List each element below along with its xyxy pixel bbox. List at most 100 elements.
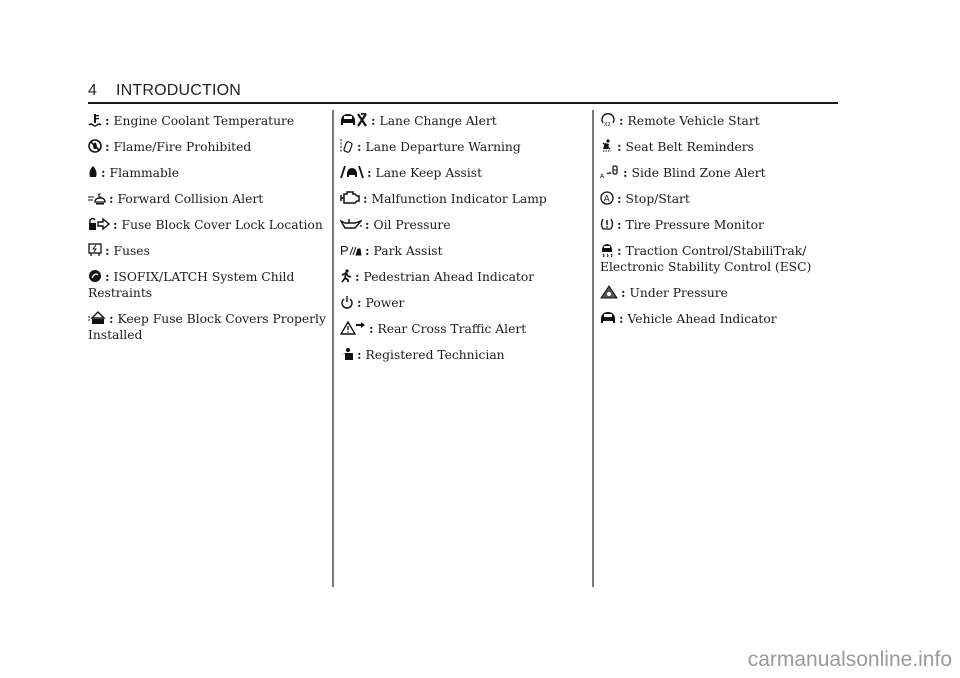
separator: : xyxy=(617,191,622,206)
rear-cross-traffic-alert-icon xyxy=(340,321,366,335)
seat-belt-reminder-icon xyxy=(600,139,614,153)
symbol-entry: : ISOFIX/LATCH System Child Restraints xyxy=(88,269,328,301)
stop-start-icon: A xyxy=(600,191,614,205)
separator: : xyxy=(619,113,624,128)
symbol-label: Park Assist xyxy=(373,244,443,258)
fuse-block-cover-lock-icon xyxy=(88,217,110,231)
symbol-entry: : Power xyxy=(340,295,580,311)
symbol-label: Pedestrian Ahead Indicator xyxy=(363,270,535,284)
forward-collision-alert-icon xyxy=(88,191,106,205)
symbol-label: Vehicle Ahead Indicator xyxy=(627,312,777,326)
flame-fire-prohibited-icon xyxy=(88,139,102,153)
separator: : xyxy=(617,243,622,258)
separator: : xyxy=(617,217,622,232)
traction-control-icon xyxy=(600,243,614,257)
separator: : xyxy=(619,311,624,326)
symbol-entry: : Rear Cross Traffic Alert xyxy=(340,321,580,337)
symbol-label: Oil Pressure xyxy=(373,218,451,232)
separator: : xyxy=(357,347,362,362)
symbol-entry: : Registered Technician xyxy=(340,347,580,363)
symbol-label: Rear Cross Traffic Alert xyxy=(377,322,527,336)
separator: : xyxy=(357,295,362,310)
symbol-entry: : Tire Pressure Monitor xyxy=(600,217,840,233)
column-divider xyxy=(332,110,334,587)
separator: : xyxy=(365,243,370,258)
separator: : xyxy=(105,243,110,258)
symbol-entry: A: Side Blind Zone Alert xyxy=(600,165,840,181)
separator: : xyxy=(101,165,106,180)
symbol-entry: : Seat Belt Reminders xyxy=(600,139,840,155)
separator: : xyxy=(105,113,110,128)
separator: : xyxy=(105,139,110,154)
symbol-label: Remote Vehicle Start xyxy=(627,114,760,128)
engine-coolant-temperature-icon xyxy=(88,113,102,127)
svg-text:P: P xyxy=(340,243,349,257)
symbol-entry: : Keep Fuse Block Covers Properly Install… xyxy=(88,311,328,343)
separator: : xyxy=(371,113,376,128)
symbol-label: Fuses xyxy=(113,244,150,258)
tire-pressure-monitor-icon xyxy=(600,217,614,231)
symbol-entry: : Forward Collision Alert xyxy=(88,191,328,207)
symbol-column-3: X2: Remote Vehicle Start: Seat Belt Remind… xyxy=(600,113,840,337)
symbol-label: Lane Departure Warning xyxy=(365,140,521,154)
symbol-label: Tire Pressure Monitor xyxy=(625,218,764,232)
oil-pressure-icon xyxy=(340,217,362,231)
symbol-label: Seat Belt Reminders xyxy=(625,140,754,154)
svg-text:X2: X2 xyxy=(604,122,611,127)
symbol-label: Flammable xyxy=(109,166,180,180)
symbol-entry: : Pedestrian Ahead Indicator xyxy=(340,269,580,285)
symbol-label: Stop/Start xyxy=(625,192,690,206)
separator: : xyxy=(109,191,114,206)
lane-change-alert-icon xyxy=(340,113,368,127)
separator: : xyxy=(363,191,368,206)
symbol-entry: : Traction Control/StabiliTrak/ Electroni… xyxy=(600,243,840,275)
symbol-label: Engine Coolant Temperature xyxy=(113,114,295,128)
symbol-entry: X2: Remote Vehicle Start xyxy=(600,113,840,129)
symbol-label: Lane Change Alert xyxy=(379,114,497,128)
keep-fuse-covers-installed-icon xyxy=(88,311,106,325)
separator: : xyxy=(113,217,118,232)
separator: : xyxy=(369,321,374,336)
symbol-label: Power xyxy=(365,296,405,310)
separator: : xyxy=(617,139,622,154)
lane-keep-assist-icon xyxy=(340,165,364,179)
separator: : xyxy=(109,311,114,326)
symbol-entry: : Fuses xyxy=(88,243,328,259)
isofix-latch-icon xyxy=(88,269,102,283)
symbol-entry: : Vehicle Ahead Indicator xyxy=(600,311,840,327)
separator: : xyxy=(621,285,626,300)
symbol-label: Keep Fuse Block Covers Properly Installe… xyxy=(88,312,326,342)
park-assist-icon: P xyxy=(340,243,362,257)
separator: : xyxy=(355,269,360,284)
symbol-entry: : Engine Coolant Temperature xyxy=(88,113,328,129)
symbol-label: Fuse Block Cover Lock Location xyxy=(121,218,323,232)
symbol-entry: : Oil Pressure xyxy=(340,217,580,233)
symbol-label: Registered Technician xyxy=(365,348,505,362)
svg-text:A: A xyxy=(604,194,610,204)
symbol-entry: : Lane Departure Warning xyxy=(340,139,580,155)
malfunction-indicator-lamp-icon xyxy=(340,191,360,205)
separator: : xyxy=(365,217,370,232)
symbol-label: Flame/Fire Prohibited xyxy=(113,140,252,154)
page-header: 4 INTRODUCTION xyxy=(88,82,838,102)
svg-text:A: A xyxy=(600,173,605,179)
separator: : xyxy=(623,165,628,180)
remote-vehicle-start-icon: X2 xyxy=(600,113,616,127)
symbol-entry: P: Park Assist xyxy=(340,243,580,259)
symbol-entry: : Lane Keep Assist xyxy=(340,165,580,181)
side-blind-zone-alert-icon: A xyxy=(600,165,620,179)
symbol-label: Traction Control/StabiliTrak/ Electronic… xyxy=(600,244,812,274)
symbol-entry: : Fuse Block Cover Lock Location xyxy=(88,217,328,233)
symbol-label: Lane Keep Assist xyxy=(375,166,483,180)
separator: : xyxy=(357,139,362,154)
power-icon xyxy=(340,295,354,309)
symbol-label: ISOFIX/LATCH System Child Restraints xyxy=(88,270,295,300)
fuses-icon xyxy=(88,243,102,257)
separator: : xyxy=(105,269,110,284)
watermark: carmanualsonline.info xyxy=(747,648,952,671)
column-divider xyxy=(592,110,594,587)
symbol-label: Forward Collision Alert xyxy=(117,192,264,206)
pedestrian-ahead-icon xyxy=(340,269,352,283)
symbol-entry: : Lane Change Alert xyxy=(340,113,580,129)
under-pressure-icon xyxy=(600,285,618,299)
